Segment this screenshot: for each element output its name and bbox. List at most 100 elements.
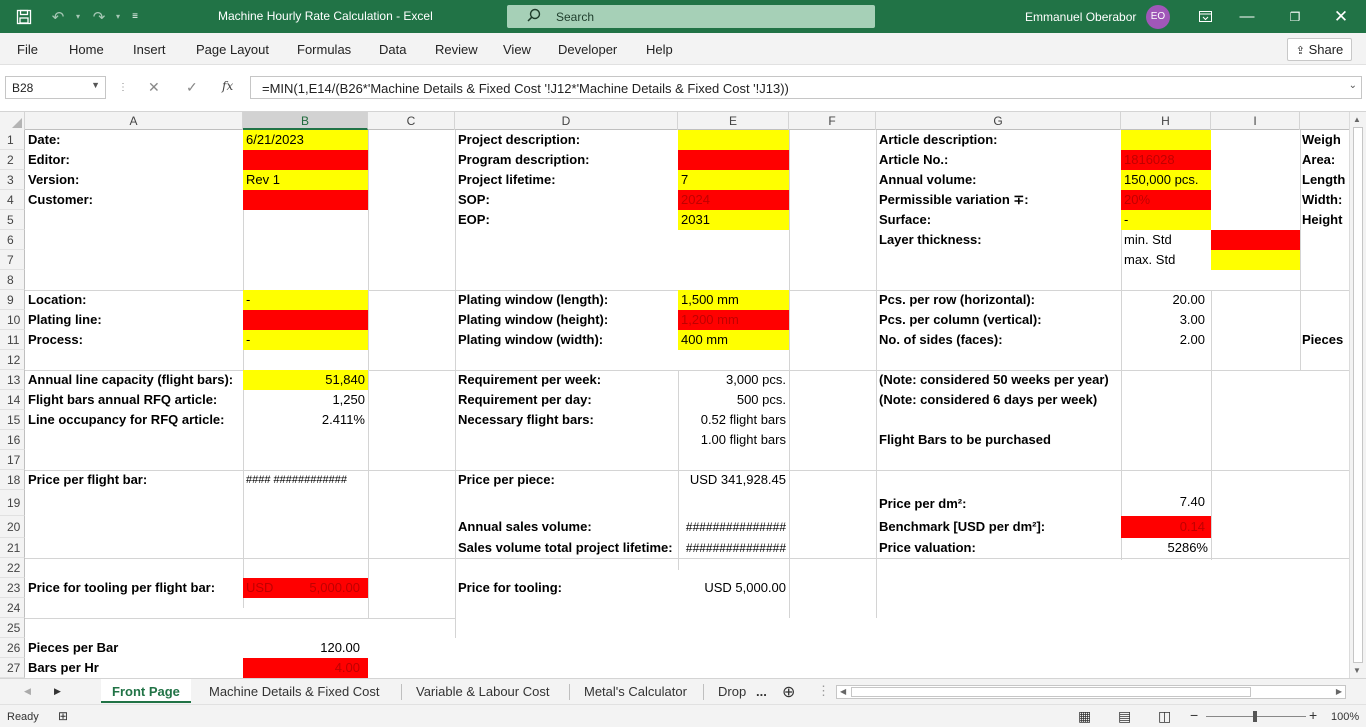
zoom-in-icon[interactable]: + (1309, 707, 1317, 723)
cell-e15[interactable]: 0.52 flight bars (678, 410, 789, 430)
row-header[interactable]: 23 (0, 578, 25, 598)
cell-g21[interactable]: Price valuation: (876, 538, 1121, 558)
menu-insert[interactable]: Insert (133, 42, 166, 57)
enter-icon[interactable]: ✓ (186, 79, 198, 96)
cell-a13[interactable]: Annual line capacity (flight bars): (25, 370, 243, 390)
normal-view-icon[interactable]: ▦ (1078, 708, 1091, 725)
cell-h6[interactable]: min. Std (1121, 230, 1211, 250)
row-header[interactable]: 24 (0, 598, 25, 618)
cell-a9[interactable]: Location: (25, 290, 243, 310)
cell-e1[interactable] (678, 130, 789, 150)
restore-icon[interactable]: ❐ (1284, 0, 1306, 33)
cell-h19[interactable]: 7.40 (1121, 492, 1211, 512)
cell-b1[interactable]: 6/21/2023 (243, 130, 368, 150)
menu-developer[interactable]: Developer (558, 42, 617, 57)
cell-h11[interactable]: 2.00 (1121, 330, 1211, 350)
menu-review[interactable]: Review (435, 42, 478, 57)
row-header[interactable]: 14 (0, 390, 25, 410)
column-header-c[interactable]: C (368, 112, 455, 130)
ribbon-display-options-icon[interactable] (1194, 0, 1216, 33)
row-header[interactable]: 12 (0, 350, 25, 370)
cell-d9[interactable]: Plating window (length): (455, 290, 678, 310)
cell-g4[interactable]: Permissible variation ∓: (876, 190, 1121, 210)
cell-d21[interactable]: Sales volume total project lifetime: (455, 538, 678, 558)
cell-h10[interactable]: 3.00 (1121, 310, 1211, 330)
cell-a27[interactable]: Bars per Hr (25, 658, 243, 678)
cell-b26[interactable]: 120.00 (243, 638, 368, 658)
cell-e18[interactable]: USD 341,928.45 (678, 470, 789, 490)
cell-a10[interactable]: Plating line: (25, 310, 243, 330)
close-icon[interactable]: ✕ (1330, 0, 1352, 33)
customize-toolbar-icon[interactable]: ≡ (127, 0, 143, 33)
more-sheets-button[interactable]: ... (756, 684, 767, 699)
column-header-b[interactable]: B (243, 112, 368, 130)
cell-a23[interactable]: Price for tooling per flight bar: (25, 578, 243, 598)
cell-b9[interactable]: - (243, 290, 368, 310)
cell-d15[interactable]: Necessary flight bars: (455, 410, 678, 430)
undo-dropdown-icon[interactable]: ▾ (72, 0, 84, 33)
row-header[interactable]: 27 (0, 658, 25, 678)
cell-e11[interactable]: 400 mm (678, 330, 789, 350)
cell-g20[interactable]: Benchmark [USD per dm²]: (876, 516, 1121, 538)
cell-e14[interactable]: 500 pcs. (678, 390, 789, 410)
tab-machine-details-fixed-cost[interactable]: Machine Details & Fixed Cost (209, 684, 380, 699)
cell-d10[interactable]: Plating window (height): (455, 310, 678, 330)
cell-b18[interactable]: #### ############ (243, 470, 368, 490)
cell-h1[interactable] (1121, 130, 1211, 150)
cell-e13[interactable]: 3,000 pcs. (678, 370, 789, 390)
menu-data[interactable]: Data (379, 42, 406, 57)
row-header[interactable]: 8 (0, 270, 25, 290)
column-header-f[interactable]: F (789, 112, 876, 130)
next-sheet-icon[interactable]: ▶ (54, 686, 61, 697)
cell-b3[interactable]: Rev 1 (243, 170, 368, 190)
cell-a2[interactable]: Editor: (25, 150, 243, 170)
cell-h5[interactable]: - (1121, 210, 1211, 230)
horizontal-scroll-thumb[interactable] (851, 687, 1251, 697)
row-header[interactable]: 17 (0, 450, 25, 470)
cell-b4[interactable] (243, 190, 368, 210)
menu-formulas[interactable]: Formulas (297, 42, 351, 57)
cell-h4[interactable]: 20% (1121, 190, 1211, 210)
menu-page-layout[interactable]: Page Layout (196, 42, 269, 57)
cell-d2[interactable]: Program description: (455, 150, 678, 170)
column-header-g[interactable]: G (876, 112, 1121, 130)
cell-b10[interactable] (243, 310, 368, 330)
cell-d20[interactable]: Annual sales volume: (455, 516, 678, 538)
cell-a3[interactable]: Version: (25, 170, 243, 190)
cell-h9[interactable]: 20.00 (1121, 290, 1211, 310)
zoom-out-icon[interactable]: − (1190, 707, 1198, 723)
redo-dropdown-icon[interactable]: ▾ (112, 0, 124, 33)
cell-g13[interactable]: (Note: considered 50 weeks per year) (876, 370, 1121, 390)
row-header[interactable]: 9 (0, 290, 25, 310)
menu-view[interactable]: View (503, 42, 531, 57)
row-header[interactable]: 25 (0, 618, 25, 638)
row-header[interactable]: 18 (0, 470, 25, 490)
cell-a4[interactable]: Customer: (25, 190, 243, 210)
row-header[interactable]: 13 (0, 370, 25, 390)
menu-home[interactable]: Home (69, 42, 104, 57)
cell-h20[interactable]: 0.14 (1121, 516, 1211, 538)
cell-b13[interactable]: 51,840 (243, 370, 368, 390)
cell-g16[interactable]: Flight Bars to be purchased (876, 430, 1121, 450)
horizontal-scrollbar[interactable]: ◀ ▶ (836, 685, 1346, 699)
zoom-slider-thumb[interactable] (1253, 711, 1257, 722)
cell-e3[interactable]: 7 (678, 170, 789, 190)
cell-d23[interactable]: Price for tooling: (455, 578, 678, 598)
tab-metals-calculator[interactable]: Metal's Calculator (584, 684, 687, 699)
row-header[interactable]: 26 (0, 638, 25, 658)
cell-h21[interactable]: 5286% (1121, 538, 1211, 558)
cell-a1[interactable]: Date: (25, 130, 243, 150)
cell-a26[interactable]: Pieces per Bar (25, 638, 243, 658)
row-header[interactable]: 5 (0, 210, 25, 230)
cell-d18[interactable]: Price per piece: (455, 470, 678, 490)
cell-b14[interactable]: 1,250 (243, 390, 368, 410)
formula-input[interactable]: =MIN(1,E14/(B26*'Machine Details & Fixed… (250, 76, 1362, 99)
cell-d5[interactable]: EOP: (455, 210, 678, 230)
cell-j11[interactable]: Pieces (1300, 330, 1349, 350)
cell-e4[interactable]: 2024 (678, 190, 789, 210)
row-header[interactable]: 2 (0, 150, 25, 170)
cell-j2[interactable]: Area: (1300, 150, 1349, 170)
scroll-up-icon[interactable]: ▲ (1353, 115, 1361, 124)
tab-drop[interactable]: Drop (718, 684, 746, 699)
column-header-j[interactable] (1300, 112, 1349, 130)
